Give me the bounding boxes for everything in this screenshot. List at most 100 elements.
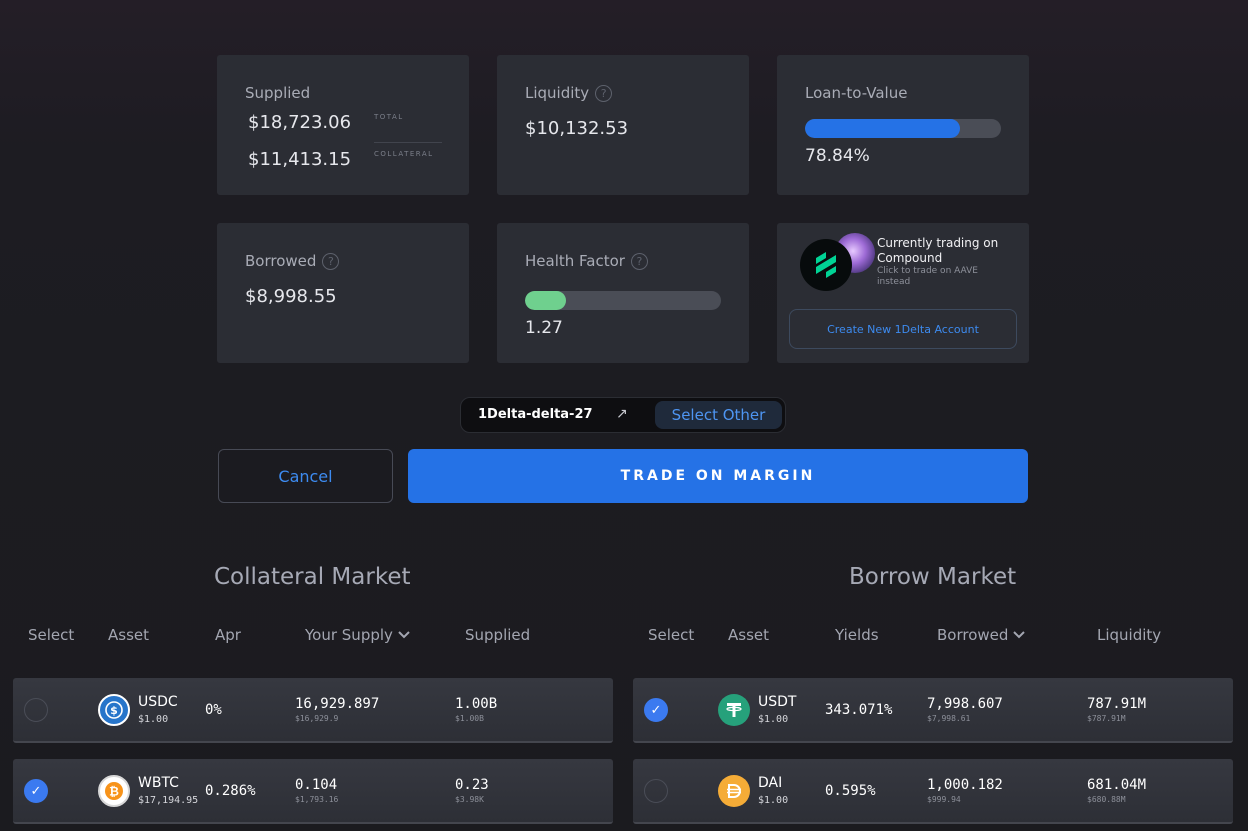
yields-value: 343.071% (825, 702, 893, 718)
help-icon[interactable]: ? (630, 252, 648, 270)
svg-text:₿: ₿ (109, 785, 119, 799)
borrow-market-title: Borrow Market (849, 564, 1017, 590)
protocol-line2: Compound (877, 251, 943, 265)
check-icon: ✓ (30, 783, 42, 799)
health-bar (525, 291, 721, 310)
borrowed-value: 1,000.182 (927, 777, 1003, 793)
supplied-value: 0.23 (455, 777, 489, 793)
ltv-value: 78.84% (805, 146, 870, 166)
check-icon: ✓ (650, 702, 662, 718)
borrow-row-dai[interactable]: DAI $1.00 0.595% 1,000.182 $999.94 681.0… (633, 759, 1233, 824)
account-selector: 1Delta-delta-27 ↗ Select Other (460, 397, 786, 433)
yields-value: 0.595% (825, 783, 876, 799)
your-supply-value: 16,929.897 (295, 696, 380, 712)
switch-protocol-hint[interactable]: Click to trade on AAVE instead (877, 266, 978, 288)
svg-text:$: $ (110, 704, 118, 717)
borrow-header-borrowed[interactable]: Borrowed (937, 626, 1026, 644)
protocol-line1: Currently trading on (877, 236, 999, 250)
asset-symbol: DAI (758, 775, 783, 791)
apr-value: 0.286% (205, 783, 256, 799)
asset-symbol: USDT (758, 694, 797, 710)
collateral-market-title: Collateral Market (214, 564, 411, 590)
chevron-down-icon (398, 631, 410, 639)
ltv-bar-fill (805, 119, 960, 138)
col-header-supplied: Supplied (465, 626, 531, 644)
health-card: Health Factor ? 1.27 (497, 223, 749, 363)
protocol-status[interactable]: Currently trading on Compound (877, 236, 998, 266)
col-header-apr: Apr (215, 626, 241, 644)
ltv-bar (805, 119, 1001, 138)
supplied-usd: $1.00B (455, 714, 484, 723)
asset-price: $1.00 (138, 714, 169, 725)
col-header-your-supply[interactable]: Your Supply (305, 626, 411, 644)
select-radio[interactable] (24, 698, 48, 722)
compound-logo-icon[interactable] (800, 239, 852, 291)
asset-symbol: WBTC (138, 775, 179, 791)
switch-hint-line2: instead (877, 277, 911, 287)
dai-icon (718, 775, 750, 807)
liquidity-value: 681.04M (1087, 777, 1147, 793)
borrowed-title: Borrowed ? (245, 252, 340, 270)
chevron-down-icon (1013, 631, 1026, 639)
borrowed-card: Borrowed ? $8,998.55 (217, 223, 469, 363)
asset-symbol: USDC (138, 694, 178, 710)
borrowed-header-label: Borrowed (937, 626, 1009, 644)
trade-on-margin-button[interactable]: TRADE ON MARGIN (408, 449, 1028, 503)
your-supply-label: Your Supply (305, 626, 393, 644)
cancel-button[interactable]: Cancel (218, 449, 393, 503)
liquidity-card: Liquidity ? $10,132.53 (497, 55, 749, 195)
asset-price: $1.00 (758, 714, 789, 725)
supplied-value: 1.00B (455, 696, 498, 712)
supplied-collateral-value: $11,413.15 (248, 149, 352, 170)
your-supply-value: 0.104 (295, 777, 338, 793)
switch-hint-line1: Click to trade on AAVE (877, 266, 978, 276)
supplied-title: Supplied (245, 84, 311, 102)
borrowed-label: Borrowed (245, 252, 317, 270)
borrow-header-yields: Yields (835, 626, 879, 644)
your-supply-usd: $1,793.16 (295, 795, 339, 804)
col-header-select: Select (28, 626, 75, 644)
health-value: 1.27 (525, 318, 563, 338)
wbtc-icon: ₿ (98, 775, 130, 807)
borrowed-value: $8,998.55 (245, 286, 337, 307)
liquidity-label: Liquidity (525, 84, 590, 102)
compound-glyph (816, 252, 836, 278)
create-account-button[interactable]: Create New 1Delta Account (789, 309, 1017, 349)
supplied-usd: $3.98K (455, 795, 484, 804)
select-radio[interactable] (644, 779, 668, 803)
account-name: 1Delta-delta-27 (478, 407, 593, 422)
supplied-card: Supplied $18,723.06 TOTAL $11,413.15 COL… (217, 55, 469, 195)
asset-price: $1.00 (758, 795, 789, 806)
ltv-title: Loan-to-Value (805, 84, 908, 102)
borrowed-usd: $999.94 (927, 795, 961, 804)
apr-value: 0% (205, 702, 222, 718)
borrow-header-liquidity: Liquidity (1097, 626, 1162, 644)
borrow-header-select: Select (648, 626, 695, 644)
liquidity-value: $10,132.53 (525, 118, 629, 139)
asset-price: $17,194.95 (138, 795, 199, 806)
select-other-button[interactable]: Select Other (655, 401, 782, 429)
health-title: Health Factor ? (525, 252, 648, 270)
borrowed-usd: $7,998.61 (927, 714, 971, 723)
your-supply-usd: $16,929.9 (295, 714, 339, 723)
liquidity-usd: $680.88M (1087, 795, 1126, 804)
external-link-icon[interactable]: ↗ (616, 406, 628, 422)
health-label: Health Factor (525, 252, 625, 270)
protocol-card: Currently trading on Compound Click to t… (777, 223, 1029, 363)
help-icon[interactable]: ? (595, 84, 613, 102)
select-radio-checked[interactable]: ✓ (24, 779, 48, 803)
usdt-icon (718, 694, 750, 726)
col-header-asset: Asset (108, 626, 150, 644)
borrowed-value: 7,998.607 (927, 696, 1003, 712)
liquidity-value: 787.91M (1087, 696, 1147, 712)
health-bar-fill (525, 291, 567, 310)
liquidity-usd: $787.91M (1087, 714, 1126, 723)
collateral-row-wbtc[interactable]: ✓ ₿ WBTC $17,194.95 0.286% 0.104 $1,793.… (13, 759, 613, 824)
select-radio-checked[interactable]: ✓ (644, 698, 668, 722)
borrow-header-asset: Asset (728, 626, 770, 644)
help-icon[interactable]: ? (322, 252, 340, 270)
collateral-row-usdc[interactable]: $ USDC $1.00 0% 16,929.897 $16,929.9 1.0… (13, 678, 613, 743)
total-tag: TOTAL (374, 113, 404, 121)
supplied-total-value: $18,723.06 (248, 112, 352, 133)
borrow-row-usdt[interactable]: ✓ USDT $1.00 343.071% 7,998.607 $7,998.6… (633, 678, 1233, 743)
